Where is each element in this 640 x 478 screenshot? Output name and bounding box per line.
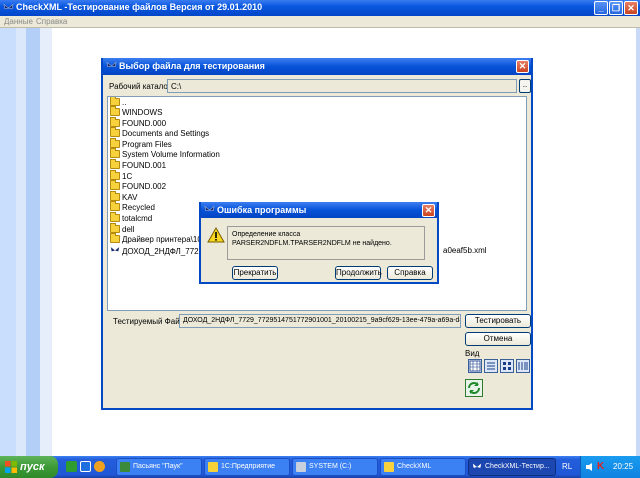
menu-data[interactable]: Данные bbox=[4, 17, 33, 26]
1c-icon bbox=[208, 462, 218, 472]
refresh-button[interactable] bbox=[465, 379, 483, 397]
quicklaunch-media-icon[interactable] bbox=[94, 461, 105, 472]
close-button[interactable]: ✕ bbox=[624, 1, 638, 15]
dialog-butterfly-icon bbox=[106, 61, 117, 68]
folder-icon bbox=[110, 127, 120, 138]
list-item-xml-file[interactable]: ДОХОД_2НДФЛ_7729_ bbox=[110, 246, 208, 256]
xml-file-icon bbox=[110, 246, 120, 252]
folder-icon bbox=[110, 169, 120, 180]
system-tray: K 20:25 bbox=[580, 456, 640, 478]
list-item[interactable]: WINDOWS bbox=[110, 106, 162, 118]
list-item[interactable]: totalcmd bbox=[110, 212, 152, 224]
list-item[interactable]: Recycled bbox=[110, 201, 155, 213]
dialog-title: Выбор файла для тестирования bbox=[119, 61, 265, 71]
left-decorative-strip bbox=[0, 28, 52, 456]
error-dialog: Ошибка программы ✕ Определение класса PA… bbox=[199, 202, 439, 284]
main-titlebar: CheckXML -Тестирование файлов Версия от … bbox=[0, 0, 640, 16]
butterfly-icon bbox=[472, 463, 482, 468]
folder-icon bbox=[110, 148, 120, 159]
details-view-icon bbox=[518, 362, 528, 370]
folder-icon bbox=[110, 233, 120, 244]
list-item[interactable]: Documents and Settings bbox=[110, 127, 209, 139]
list-view-icon bbox=[487, 362, 495, 370]
folder-icon bbox=[384, 462, 394, 472]
list-item[interactable]: Драйвер принтера\101 bbox=[110, 233, 206, 245]
folder-icon bbox=[110, 180, 120, 191]
drive-icon bbox=[296, 462, 306, 472]
view-list-button[interactable] bbox=[484, 359, 498, 373]
task-checkxml-app[interactable]: CheckXML-Тестир... bbox=[468, 458, 556, 476]
menu-help[interactable]: Справка bbox=[36, 17, 67, 26]
minimize-button[interactable]: _ bbox=[594, 1, 608, 15]
app-butterfly-icon bbox=[3, 3, 14, 10]
folder-icon bbox=[110, 106, 120, 116]
continue-button[interactable]: Продолжить bbox=[335, 266, 382, 280]
list-item[interactable]: Program Files bbox=[110, 137, 172, 150]
task-1c[interactable]: 1С:Предприятие bbox=[204, 458, 290, 476]
list-item[interactable]: FOUND.001 bbox=[110, 159, 166, 171]
browse-button[interactable]: .. bbox=[519, 79, 531, 93]
dialog-close-button[interactable]: ✕ bbox=[516, 60, 529, 73]
icons-view-icon bbox=[503, 362, 511, 370]
task-spider-solitaire[interactable]: Пасьянс "Паук" bbox=[116, 458, 202, 476]
antivirus-k-icon[interactable]: K bbox=[597, 461, 604, 472]
view-table-button[interactable] bbox=[468, 359, 482, 373]
clock: 20:25 bbox=[613, 462, 634, 471]
start-label: пуск bbox=[20, 461, 45, 473]
tested-file-label: Тестируемый Файл: bbox=[113, 317, 187, 326]
view-label: Вид bbox=[465, 349, 480, 358]
windows-logo-icon bbox=[5, 461, 17, 473]
cancel-button[interactable]: Отмена bbox=[465, 332, 531, 346]
task-checkxml-folder[interactable]: CheckXML bbox=[380, 458, 466, 476]
quicklaunch-ie-icon[interactable] bbox=[80, 461, 91, 472]
refresh-icon bbox=[468, 382, 480, 394]
abort-button[interactable]: Прекратить bbox=[232, 266, 278, 280]
tested-file-field[interactable]: ДОХОД_2НДФЛ_7729_7729514751772901001_201… bbox=[179, 314, 461, 328]
error-title: Ошибка программы bbox=[217, 205, 307, 215]
maximize-button[interactable]: ❐ bbox=[609, 1, 623, 15]
error-message: Определение класса PARSER2NDFLM.TPARSER2… bbox=[227, 226, 425, 260]
task-system-drive[interactable]: SYSTEM (C:) bbox=[292, 458, 378, 476]
test-button[interactable]: Тестировать bbox=[465, 314, 531, 328]
list-item[interactable]: System Volume Information bbox=[110, 148, 220, 160]
warning-icon bbox=[207, 227, 225, 243]
workdir-label: Рабочий каталог bbox=[109, 82, 171, 91]
solitaire-icon bbox=[120, 462, 130, 472]
quicklaunch-desktop-icon[interactable] bbox=[66, 461, 77, 472]
folder-icon bbox=[110, 190, 120, 201]
folder-icon bbox=[110, 222, 120, 233]
workdir-field[interactable]: C:\ bbox=[167, 79, 517, 93]
error-titlebar: Ошибка программы ✕ bbox=[201, 202, 437, 218]
folder-icon bbox=[110, 116, 120, 127]
folder-up-icon bbox=[110, 97, 120, 106]
error-butterfly-icon bbox=[204, 205, 215, 212]
taskbar: пуск Пасьянс "Паук" 1С:Предприятие SYSTE… bbox=[0, 456, 640, 478]
start-button[interactable]: пуск bbox=[0, 456, 58, 478]
grid-view-icon bbox=[469, 360, 481, 372]
list-item[interactable]: FOUND.000 bbox=[110, 116, 166, 129]
right-edge bbox=[636, 28, 640, 456]
folder-icon bbox=[110, 201, 120, 212]
help-button[interactable]: Справка bbox=[387, 266, 433, 280]
language-indicator[interactable]: RL bbox=[562, 462, 572, 471]
view-details-button[interactable] bbox=[516, 359, 530, 373]
menu-bar: Данные Справка bbox=[0, 16, 640, 28]
speaker-icon[interactable] bbox=[585, 462, 595, 472]
error-close-button[interactable]: ✕ bbox=[422, 204, 435, 217]
folder-icon bbox=[110, 212, 120, 222]
folder-icon bbox=[110, 159, 120, 169]
xml-file-name-tail: a0eaf5b.xml bbox=[443, 245, 487, 255]
view-icons-button[interactable] bbox=[500, 359, 514, 373]
window-title: CheckXML -Тестирование файлов Версия от … bbox=[16, 2, 263, 12]
folder-icon bbox=[110, 137, 120, 148]
list-item[interactable]: FOUND.002 bbox=[110, 180, 166, 192]
dialog-titlebar: Выбор файла для тестирования ✕ bbox=[103, 58, 531, 75]
